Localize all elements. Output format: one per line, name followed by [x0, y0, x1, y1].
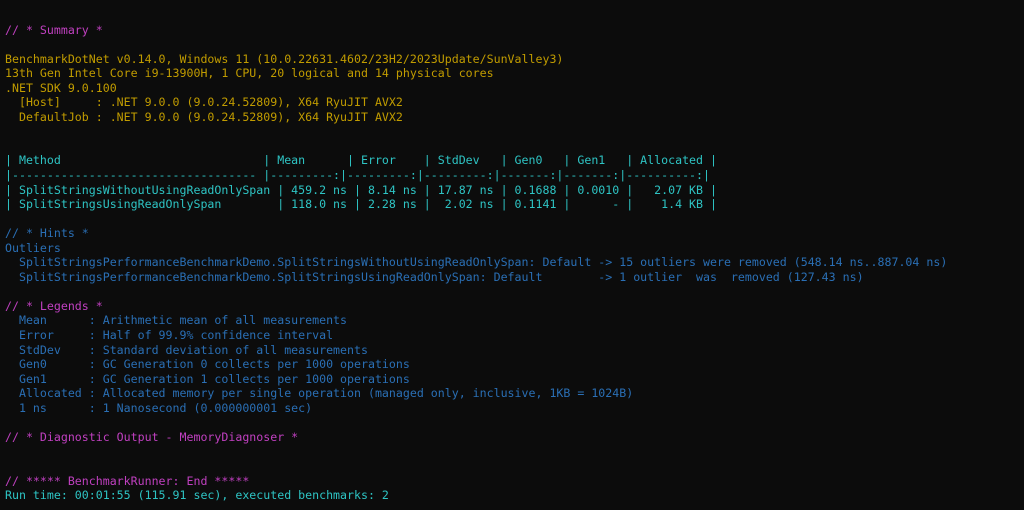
- run-time-line: Run time: 00:01:55 (115.91 sec), execute…: [5, 488, 389, 503]
- outlier-line: SplitStringsPerformanceBenchmarkDemo.Spl…: [5, 255, 948, 270]
- env-line-sdk: .NET SDK 9.0.100: [5, 80, 117, 95]
- spacer-line: [5, 37, 1024, 52]
- env-line-cpu: 13th Gen Intel Core i9-13900H, 1 CPU, 20…: [5, 66, 494, 81]
- spacer-line: [5, 139, 1024, 154]
- spacer-line: [5, 415, 1024, 430]
- table-row: | SplitStringsWithoutUsingReadOnlySpan |…: [5, 182, 717, 197]
- spacer-line: [5, 284, 1024, 299]
- env-line-host: [Host] : .NET 9.0.0 (9.0.24.52809), X64 …: [5, 95, 403, 110]
- legend-entry-stddev: StdDev : Standard deviation of all measu…: [5, 342, 368, 357]
- legend-entry-gen0: Gen0 : GC Generation 0 collects per 1000…: [5, 357, 410, 372]
- legend-entry-allocated: Allocated : Allocated memory per single …: [5, 386, 634, 401]
- env-line-benchmarkdotnet: BenchmarkDotNet v0.14.0, Windows 11 (10.…: [5, 51, 564, 66]
- diagnostic-output-header: // * Diagnostic Output - MemoryDiagnoser…: [5, 429, 299, 444]
- table-header-row: | Method | Mean | Error | StdDev | Gen0 …: [5, 153, 717, 168]
- spacer-line: [5, 503, 1024, 510]
- outlier-line: SplitStringsPerformanceBenchmarkDemo.Spl…: [5, 269, 864, 284]
- terminal-screen: // * Summary * BenchmarkDotNet v0.14.0, …: [0, 0, 1024, 510]
- spacer-line: [5, 212, 1024, 227]
- terminal-window[interactable]: // * Summary * BenchmarkDotNet v0.14.0, …: [0, 0, 1024, 510]
- legend-entry-gen1: Gen1 : GC Generation 1 collects per 1000…: [5, 371, 410, 386]
- legend-entry-1ns: 1 ns : 1 Nanosecond (0.000000001 sec): [5, 400, 313, 415]
- legend-entry-mean: Mean : Arithmetic mean of all measuremen…: [5, 313, 348, 328]
- hints-header: // * Hints *: [5, 226, 89, 241]
- spacer-line: [5, 8, 1024, 23]
- benchmarkrunner-end-line: // ***** BenchmarkRunner: End *****: [5, 473, 250, 488]
- table-separator-row: |----------------------------------- |--…: [5, 168, 710, 183]
- outliers-label: Outliers: [5, 240, 61, 255]
- table-row: | SplitStringsUsingReadOnlySpan | 118.0 …: [5, 197, 717, 212]
- env-line-defaultjob: DefaultJob : .NET 9.0.0 (9.0.24.52809), …: [5, 109, 403, 124]
- spacer-line: [5, 459, 1024, 474]
- legend-entry-error: Error : Half of 99.9% confidence interva…: [5, 328, 334, 343]
- spacer-line: [5, 444, 1024, 459]
- spacer-line: [5, 124, 1024, 139]
- summary-header: // * Summary *: [5, 22, 103, 37]
- legends-header: // * Legends *: [5, 298, 103, 313]
